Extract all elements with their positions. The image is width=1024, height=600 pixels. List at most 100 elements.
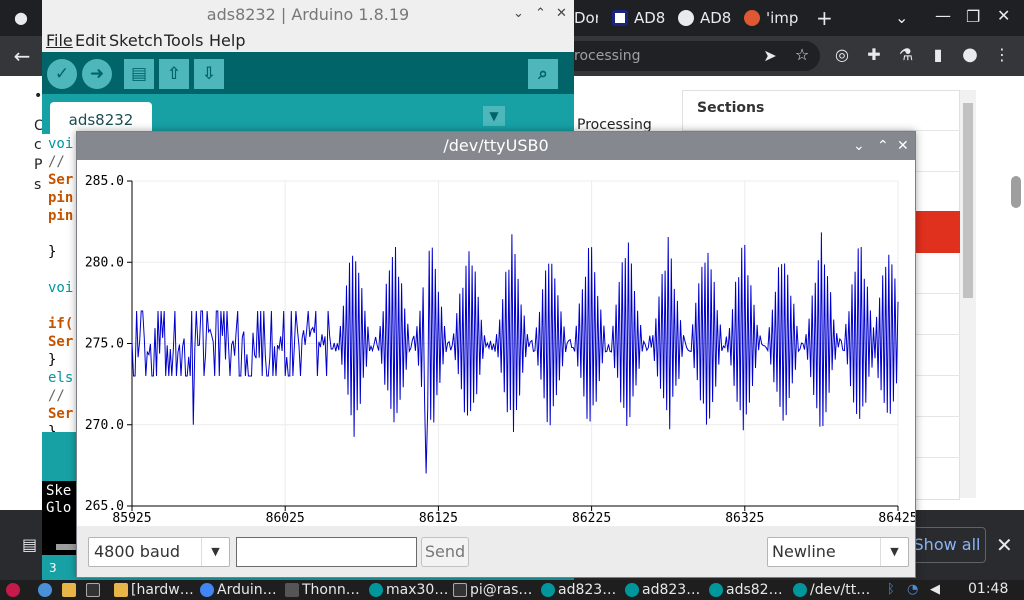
serial-monitor-icon[interactable]: ⌕ [528, 59, 558, 89]
terminal-icon[interactable] [86, 581, 100, 599]
taskbar-item[interactable]: [hardw… [114, 581, 194, 599]
taskbar-item-label: /dev/tt… [810, 582, 871, 598]
code-token: } [48, 244, 57, 260]
tab-search-button[interactable]: ⌄ [895, 8, 908, 27]
menu-tools[interactable]: Tools [164, 31, 203, 50]
chevron-up-icon[interactable]: ⌃ [877, 138, 889, 154]
code-token: els [48, 370, 74, 386]
window-title: /dev/ttyUSB0 [77, 132, 915, 160]
volume-icon[interactable]: ◀ [930, 582, 940, 597]
taskbar-item[interactable]: pi@ras… [453, 581, 535, 599]
code-line: Ser [48, 334, 73, 350]
line-ending-value: Newline [772, 542, 836, 561]
taskbar-item-label: Thonn… [302, 582, 360, 598]
taskbar-item[interactable]: max30… [369, 581, 447, 599]
browser-tab[interactable]: Dor [574, 4, 598, 32]
bluetooth-icon[interactable]: ᛒ [887, 582, 895, 597]
code-line: } [48, 424, 56, 432]
page-text-fragment: c [34, 137, 42, 153]
taskbar-item-label: ad823… [642, 582, 701, 598]
code-line: // [48, 388, 65, 404]
tab-ads8232[interactable]: ads8232 [50, 102, 152, 134]
browser-launcher-icon[interactable] [38, 581, 52, 599]
dropdown-arrow-icon: ▼ [880, 538, 908, 566]
line-number: 3 [49, 561, 57, 575]
code-line: Ser [48, 406, 73, 422]
y-tick-label: 270.0 [85, 418, 124, 433]
upload-icon[interactable]: ➜ [82, 59, 112, 89]
lab-flask-icon[interactable]: ⚗ [894, 45, 918, 64]
code-token: pin [48, 190, 74, 206]
menu-file[interactable]: File [46, 31, 73, 50]
taskbar-item-label: pi@ras… [470, 582, 533, 598]
browser-tab-label: AD8 [700, 9, 732, 27]
raspberry-menu-icon[interactable] [6, 581, 20, 599]
taskbar-item[interactable]: Thonn… [285, 581, 363, 599]
address-text: rocessing [574, 48, 641, 64]
browser-tab[interactable]: AD8 [678, 4, 734, 32]
baud-rate-select[interactable]: 4800 baud ▼ [88, 537, 230, 567]
minimize-button[interactable]: — [935, 6, 951, 25]
show-all-button[interactable]: Show all [908, 527, 986, 563]
open-sketch-icon[interactable]: ⇧ [159, 59, 189, 89]
bookmark-star-icon[interactable]: ☆ [790, 45, 814, 64]
send-input[interactable] [236, 537, 417, 567]
chevron-up-icon[interactable]: ⌃ [535, 6, 546, 21]
verify-icon[interactable]: ✓ [47, 59, 77, 89]
browser-tab[interactable]: 'imp [744, 4, 800, 32]
y-tick-label: 285.0 [85, 174, 124, 189]
code-token: // [48, 154, 65, 170]
line-ending-select[interactable]: Newline ▼ [767, 537, 909, 567]
taskbar-item[interactable]: ads82… [709, 581, 787, 599]
code-token: Ser [48, 172, 74, 188]
taskbar-item[interactable]: /dev/tt… [793, 581, 871, 599]
dropdown-arrow-icon: ▼ [201, 538, 229, 566]
sections-scroll-thumb[interactable] [963, 103, 973, 298]
code-line: } [48, 244, 56, 260]
serial-plotter-window: /dev/ttyUSB0 ⌄ ⌃ ✕ 285.0 280.0 275.0 270.0 2… [76, 131, 916, 578]
section-item-active[interactable] [915, 211, 960, 253]
wifi-icon[interactable]: ◔ [907, 582, 918, 597]
file-manager-icon[interactable] [62, 581, 76, 599]
back-icon[interactable]: ← [10, 44, 34, 68]
more-menu-icon[interactable]: ⋮ [990, 45, 1014, 64]
code-line: pin [48, 208, 73, 224]
profile-avatar-icon[interactable]: ● [958, 44, 982, 65]
puzzle-icon[interactable]: ✚ [862, 45, 886, 64]
taskbar-item[interactable]: ad823… [541, 581, 619, 599]
console-line: Glo [46, 500, 72, 516]
send-to-devices-icon[interactable]: ➤ [758, 46, 782, 65]
send-button[interactable]: Send [421, 537, 469, 567]
code-token: } [48, 424, 57, 432]
save-sketch-icon[interactable]: ⇩ [194, 59, 224, 89]
code-token: voi [48, 136, 74, 152]
menu-help[interactable]: Help [209, 31, 245, 50]
code-line: } [48, 352, 56, 368]
page-scroll-thumb[interactable] [1011, 176, 1021, 208]
arduino-icon [793, 583, 807, 597]
menu-sketch[interactable]: Sketch [109, 31, 163, 50]
taskbar-item[interactable]: Arduin… [200, 581, 278, 599]
restore-button[interactable]: ❐ [966, 7, 980, 26]
side-panel-icon[interactable]: ▮ [926, 45, 950, 64]
chevron-down-icon[interactable]: ⌄ [853, 138, 865, 154]
tab-menu-button[interactable]: ▼ [483, 106, 505, 126]
menu-edit[interactable]: Edit [75, 31, 106, 50]
taskbar-item[interactable]: ad823… [625, 581, 703, 599]
new-tab-button[interactable]: + [816, 6, 833, 30]
extension-icon[interactable]: ◎ [830, 45, 854, 64]
series-line [131, 232, 899, 474]
chevron-down-icon[interactable]: ⌄ [513, 6, 524, 21]
taskbar: [hardw… Arduin… Thonn… max30… pi@ras… ad… [0, 580, 1024, 600]
new-sketch-icon[interactable]: ▤ [124, 59, 154, 89]
code-token: Ser [48, 334, 74, 350]
close-button[interactable]: ✕ [997, 6, 1010, 25]
code-line: Ser [48, 172, 73, 188]
x-tick-label: 85925 [112, 511, 151, 526]
close-icon[interactable]: ✕ [556, 6, 567, 21]
close-icon[interactable]: ✕ [996, 533, 1013, 557]
code-line: voi [48, 136, 73, 152]
close-icon[interactable]: ✕ [897, 138, 909, 154]
clock: 01:48 [968, 581, 1009, 597]
browser-tab[interactable]: AD8 [612, 4, 668, 32]
